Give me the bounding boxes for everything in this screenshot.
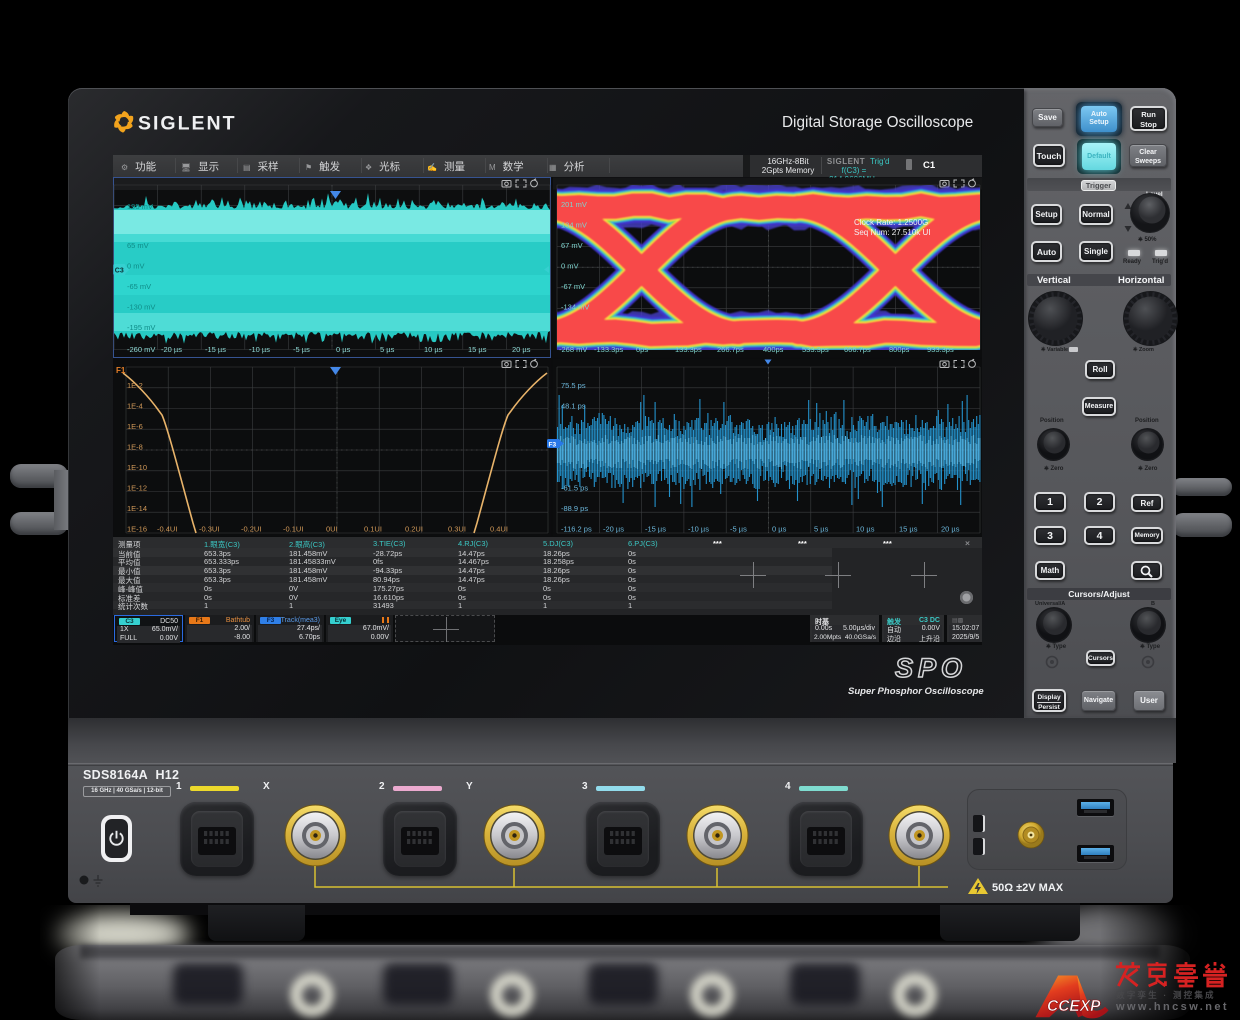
svg-text:-116.2 ps: -116.2 ps xyxy=(561,525,592,534)
svg-text:F1: F1 xyxy=(116,366,126,375)
svg-text:533.3ps: 533.3ps xyxy=(802,345,829,354)
svg-text:-5 µs: -5 µs xyxy=(730,525,747,534)
svg-text:-0.2UI: -0.2UI xyxy=(241,525,261,534)
svg-text:800ps: 800ps xyxy=(889,345,910,354)
svg-text:20 µs: 20 µs xyxy=(941,525,960,534)
svg-text:Super Phosphor Oscilloscope: Super Phosphor Oscilloscope xyxy=(848,686,984,697)
svg-text:1E-16: 1E-16 xyxy=(127,525,147,534)
svg-text:1E-6: 1E-6 xyxy=(127,422,143,431)
svg-text:-195 mV: -195 mV xyxy=(127,323,155,332)
svg-text:0 µs: 0 µs xyxy=(772,525,787,534)
svg-text:1E-2: 1E-2 xyxy=(127,381,143,390)
svg-text:933.3ps: 933.3ps xyxy=(927,345,954,354)
svg-text:20 µs: 20 µs xyxy=(512,345,531,354)
svg-text:-0.1UI: -0.1UI xyxy=(283,525,303,534)
svg-text:65 mV: 65 mV xyxy=(127,241,149,250)
svg-text:0 µs: 0 µs xyxy=(336,345,351,354)
svg-text:-61.5 ps: -61.5 ps xyxy=(561,484,588,493)
svg-text:0 mV: 0 mV xyxy=(561,262,579,271)
svg-text:-0.4UI: -0.4UI xyxy=(157,525,177,534)
svg-text:10 µs: 10 µs xyxy=(424,345,443,354)
svg-text:F3: F3 xyxy=(549,442,557,449)
svg-text:0ps: 0ps xyxy=(636,345,648,354)
svg-text:75.5 ps: 75.5 ps xyxy=(561,381,586,390)
svg-text:-130 mV: -130 mV xyxy=(127,303,155,312)
svg-text:5 µs: 5 µs xyxy=(380,345,395,354)
svg-text:1E-12: 1E-12 xyxy=(127,484,147,493)
svg-text:133.3ps: 133.3ps xyxy=(675,345,702,354)
svg-text:-0.3UI: -0.3UI xyxy=(199,525,219,534)
svg-text:0UI: 0UI xyxy=(326,525,338,534)
svg-text:-67 mV: -67 mV xyxy=(561,282,585,291)
svg-text:15 µs: 15 µs xyxy=(899,525,918,534)
svg-text:10 µs: 10 µs xyxy=(856,525,875,534)
svg-text:CCEXP: CCEXP xyxy=(1047,998,1101,1015)
svg-text:C3: C3 xyxy=(115,268,124,275)
svg-text:0 mV: 0 mV xyxy=(127,262,145,271)
svg-text:SPO: SPO xyxy=(895,653,967,683)
svg-text:0.2UI: 0.2UI xyxy=(405,525,423,534)
svg-text:134 mV: 134 mV xyxy=(561,221,587,230)
svg-text:Seq Num: 27.510k UI: Seq Num: 27.510k UI xyxy=(854,228,930,237)
svg-text:-260 mV: -260 mV xyxy=(127,345,155,354)
svg-text:15 µs: 15 µs xyxy=(468,345,487,354)
svg-text:1E-10: 1E-10 xyxy=(127,463,147,472)
svg-text:48.1 ps: 48.1 ps xyxy=(561,402,586,411)
svg-text:-10 µs: -10 µs xyxy=(249,345,270,354)
svg-text:1E-14: 1E-14 xyxy=(127,504,147,513)
svg-text:-15 µs: -15 µs xyxy=(205,345,226,354)
svg-text:0.3UI: 0.3UI xyxy=(448,525,466,534)
svg-text:SIGLENT: SIGLENT xyxy=(138,113,237,135)
svg-text:400ps: 400ps xyxy=(763,345,784,354)
svg-text:-20 µs: -20 µs xyxy=(161,345,182,354)
svg-text:0.4UI: 0.4UI xyxy=(490,525,508,534)
svg-text:-10 µs: -10 µs xyxy=(688,525,709,534)
svg-text:-65 mV: -65 mV xyxy=(127,282,151,291)
svg-text:67 mV: 67 mV xyxy=(561,241,583,250)
svg-text:⎈ 50%: ⎈ 50% xyxy=(1138,236,1157,243)
svg-text:Clock Rate: 1.2500G: Clock Rate: 1.2500G xyxy=(854,218,928,227)
svg-text:-88.9 ps: -88.9 ps xyxy=(561,504,588,513)
svg-text:0.1UI: 0.1UI xyxy=(364,525,382,534)
svg-text:195 mV: 195 mV xyxy=(127,202,153,211)
svg-text:-5 µs: -5 µs xyxy=(293,345,310,354)
svg-text:266.7ps: 266.7ps xyxy=(717,345,744,354)
svg-text:5 µs: 5 µs xyxy=(814,525,829,534)
svg-text:-134 mV: -134 mV xyxy=(561,303,589,312)
svg-text:-268 mV: -268 mV xyxy=(559,345,587,354)
svg-text:-15 µs: -15 µs xyxy=(645,525,666,534)
svg-text:-133.3ps: -133.3ps xyxy=(594,345,623,354)
svg-text:1E-8: 1E-8 xyxy=(127,443,143,452)
svg-text:666.7ps: 666.7ps xyxy=(844,345,871,354)
svg-text:1E-4: 1E-4 xyxy=(127,402,143,411)
svg-text:201 mV: 201 mV xyxy=(561,200,587,209)
svg-text:-20 µs: -20 µs xyxy=(603,525,624,534)
